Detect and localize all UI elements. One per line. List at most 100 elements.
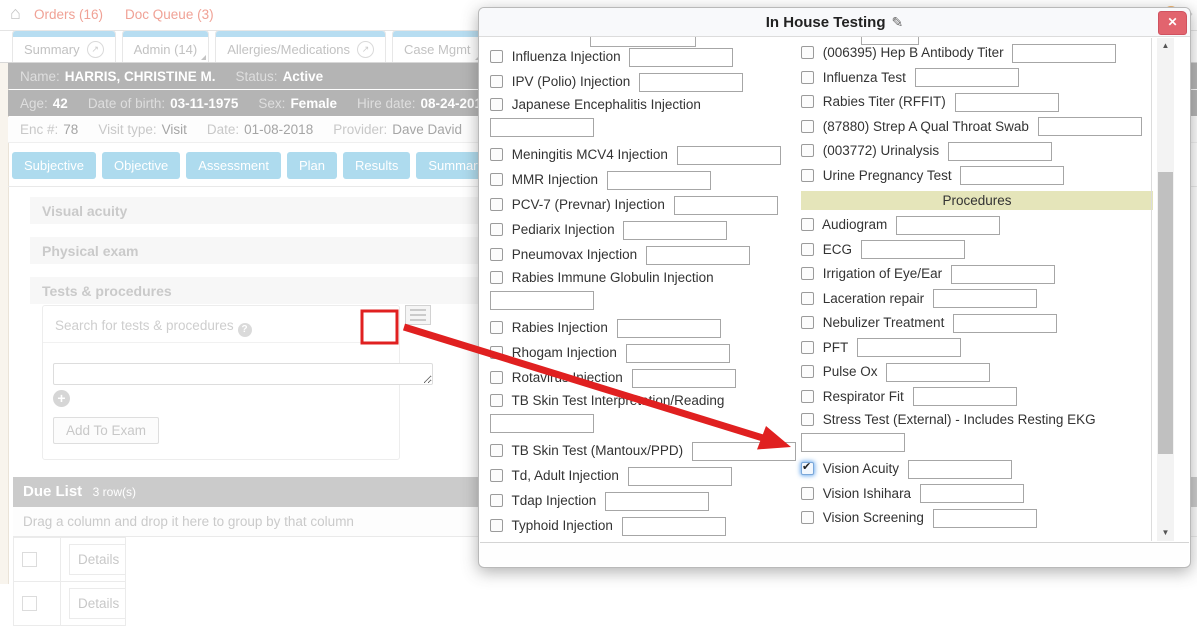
test-value-input[interactable]: [617, 319, 721, 338]
popout-icon[interactable]: ↗: [357, 41, 374, 58]
lab-checkbox[interactable]: [801, 71, 814, 84]
test-checkbox[interactable]: [490, 173, 503, 186]
test-value-input[interactable]: [622, 517, 726, 536]
procedure-value-input[interactable]: [896, 216, 1000, 235]
procedure-checkbox[interactable]: [801, 487, 814, 500]
lab-value-input[interactable]: [955, 93, 1059, 112]
test-checkbox[interactable]: [490, 271, 503, 284]
lab-checkbox[interactable]: [801, 46, 814, 59]
chart-tab[interactable]: Allergies/Medications ↗: [215, 30, 386, 62]
test-value-input[interactable]: [629, 48, 733, 67]
test-value-input[interactable]: [646, 246, 750, 265]
soap-section-button[interactable]: Plan: [287, 152, 337, 179]
scroll-down-icon[interactable]: ▼: [1157, 525, 1174, 541]
lab-checkbox[interactable]: [801, 120, 814, 133]
dialog-titlebar[interactable]: In House Testing✎: [479, 8, 1190, 37]
list-picker-icon[interactable]: [405, 305, 431, 325]
test-checkbox[interactable]: [490, 198, 503, 211]
test-checkbox[interactable]: [490, 494, 503, 507]
test-value-input[interactable]: [626, 344, 730, 363]
test-checkbox[interactable]: [490, 519, 503, 532]
add-to-exam-button[interactable]: Add To Exam: [53, 417, 159, 444]
test-value-input[interactable]: [692, 442, 796, 461]
procedure-value-input[interactable]: [953, 314, 1057, 333]
procedure-checkbox[interactable]: [801, 511, 814, 524]
scrollbar-thumb[interactable]: [1158, 172, 1173, 454]
test-value-input[interactable]: [490, 118, 594, 137]
test-value-input[interactable]: [607, 171, 711, 190]
lab-value-input[interactable]: [1012, 44, 1116, 63]
test-value-input[interactable]: [632, 369, 736, 388]
nav-link[interactable]: Doc Queue (3): [125, 7, 214, 22]
tests-search-input[interactable]: [53, 363, 433, 385]
chart-tab[interactable]: Case Mgmt: [392, 30, 482, 62]
procedure-checkbox[interactable]: [801, 316, 814, 329]
test-checkbox[interactable]: [490, 50, 503, 63]
procedure-checkbox[interactable]: [801, 243, 814, 256]
modal-scrollbar[interactable]: ▲ ▼: [1157, 38, 1174, 541]
chart-tab[interactable]: Summary ↗: [12, 30, 116, 62]
test-checkbox[interactable]: [490, 371, 503, 384]
test-checkbox[interactable]: [490, 98, 503, 111]
procedure-value-input[interactable]: [933, 289, 1037, 308]
test-checkbox[interactable]: [490, 444, 503, 457]
test-checkbox[interactable]: [490, 148, 503, 161]
procedure-checkbox[interactable]: [801, 365, 814, 378]
lab-checkbox[interactable]: [801, 95, 814, 108]
test-value-input[interactable]: [639, 73, 743, 92]
procedure-checkbox[interactable]: [801, 390, 814, 403]
procedure-value-input[interactable]: [908, 460, 1012, 479]
test-value-input[interactable]: [605, 492, 709, 511]
procedure-value-input[interactable]: [951, 265, 1055, 284]
test-checkbox[interactable]: [490, 321, 503, 334]
edit-title-icon[interactable]: ✎: [892, 14, 904, 30]
select-all-checkbox[interactable]: [22, 552, 37, 567]
test-checkbox[interactable]: [490, 394, 503, 407]
lab-checkbox[interactable]: [801, 144, 814, 157]
procedure-checkbox[interactable]: [801, 413, 814, 426]
nav-link[interactable]: Orders (16): [34, 7, 103, 22]
lab-value-input[interactable]: [1038, 117, 1142, 136]
procedure-value-input[interactable]: [913, 387, 1017, 406]
row-checkbox[interactable]: [22, 596, 37, 611]
procedure-checkbox[interactable]: [801, 292, 814, 305]
lab-value-input[interactable]: [948, 142, 1052, 161]
test-value-input[interactable]: [628, 467, 732, 486]
test-checkbox[interactable]: [490, 469, 503, 482]
test-value-input[interactable]: [490, 291, 594, 310]
scroll-up-icon[interactable]: ▲: [1157, 38, 1174, 54]
test-checkbox[interactable]: [490, 223, 503, 236]
test-checkbox[interactable]: [490, 248, 503, 261]
procedure-value-input[interactable]: [920, 484, 1024, 503]
soap-section-button[interactable]: Objective: [102, 152, 180, 179]
popout-icon[interactable]: ↗: [87, 41, 104, 58]
test-checkbox[interactable]: [490, 75, 503, 88]
procedure-checkbox[interactable]: [801, 218, 814, 231]
help-icon[interactable]: ?: [238, 323, 252, 337]
test-value-input[interactable]: [674, 196, 778, 215]
test-value-input[interactable]: [490, 414, 594, 433]
procedure-value-input[interactable]: [933, 509, 1037, 528]
add-row-icon[interactable]: +: [53, 390, 70, 407]
lab-checkbox[interactable]: [801, 169, 814, 182]
soap-section-button[interactable]: Subjective: [12, 152, 96, 179]
procedure-value-input[interactable]: [857, 338, 961, 357]
home-icon[interactable]: ⌂: [10, 3, 21, 24]
due-list-row[interactable]: Details12-23-2015Engineering, ...Monocul…: [14, 582, 1197, 626]
lab-value-input[interactable]: [960, 166, 1064, 185]
lab-value-input[interactable]: [915, 68, 1019, 87]
close-icon[interactable]: ✕: [1158, 11, 1187, 35]
column-header[interactable]: Details: [70, 545, 126, 575]
procedure-checkbox[interactable]: [801, 267, 814, 280]
test-checkbox[interactable]: [490, 346, 503, 359]
chart-tab[interactable]: Admin (14): [122, 30, 210, 62]
procedure-checkbox[interactable]: [801, 462, 814, 475]
soap-section-button[interactable]: Assessment: [186, 152, 281, 179]
procedure-value-input[interactable]: [801, 433, 905, 452]
test-value-input[interactable]: [677, 146, 781, 165]
soap-section-button[interactable]: Results: [343, 152, 410, 179]
test-value-input[interactable]: [623, 221, 727, 240]
procedure-checkbox[interactable]: [801, 341, 814, 354]
procedure-value-input[interactable]: [861, 240, 965, 259]
procedure-value-input[interactable]: [886, 363, 990, 382]
